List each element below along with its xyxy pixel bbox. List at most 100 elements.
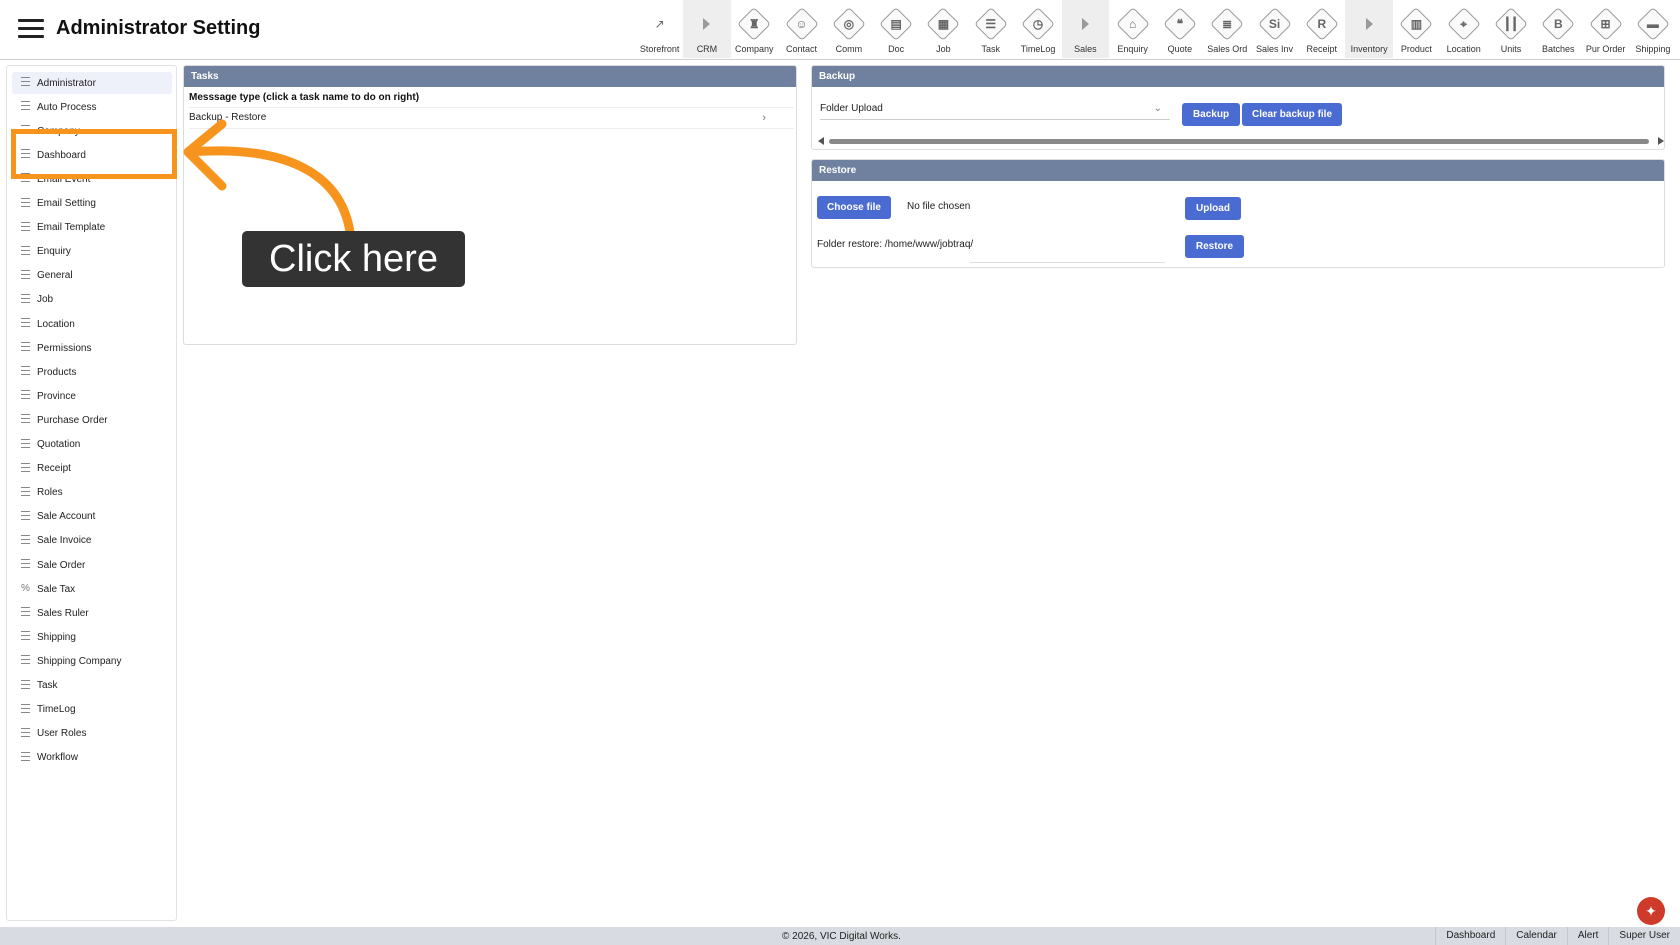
footer-link-super-user[interactable]: Super User [1608,927,1680,945]
sidebar-item-sale-order[interactable]: Sale Order [12,554,172,576]
sidebar-item-label: Receipt [37,463,71,475]
sidebar-item-province[interactable]: Province [12,385,172,407]
sidebar-item-sale-tax[interactable]: % Sale Tax [12,578,172,600]
toolbar-sales[interactable]: Sales [1061,0,1109,58]
sidebar-item-label: Sale Invoice [37,535,92,547]
list-icon [21,77,31,89]
toolbar-label: Batches [1542,44,1575,54]
sidebar-item-location[interactable]: Location [12,313,172,335]
footer-link-calendar[interactable]: Calendar [1505,927,1567,945]
sidebar-item-sale-invoice[interactable]: Sale Invoice [12,530,172,552]
doc-icon: ▤ [878,6,914,42]
sidebar-item-job[interactable]: Job [12,289,172,311]
sidebar-item-shipping-company[interactable]: Shipping Company [12,650,172,672]
toolbar-sales-inv[interactable]: Si Sales Inv [1251,0,1298,58]
sidebar-item-email-template[interactable]: Email Template [12,217,172,239]
toolbar-doc[interactable]: ▤ Doc [872,0,919,58]
clear-backup-file-button[interactable]: Clear backup file [1242,103,1342,126]
toolbar-sales-ord[interactable]: ≣ Sales Ord [1204,0,1251,58]
list-icon [21,631,31,643]
sidebar-item-sales-ruler[interactable]: Sales Ruler [12,602,172,624]
toolbar-label: CRM [696,44,718,54]
toolbar-storefront[interactable]: ↗ Storefront [636,0,683,58]
sidebar-item-roles[interactable]: Roles [12,482,172,504]
scroll-right-icon[interactable] [1658,137,1664,145]
sidebar-item-label: Location [37,318,75,330]
restore-panel-title: Restore [812,160,1664,181]
scroll-left-icon[interactable] [818,137,824,145]
sidebar-item-administrator[interactable]: Administrator [12,72,172,94]
sidebar-item-enquiry[interactable]: Enquiry [12,241,172,263]
toolbar-quote[interactable]: ❝ Quote [1156,0,1203,58]
upload-button[interactable]: Upload [1185,197,1241,220]
restore-button[interactable]: Restore [1185,235,1244,258]
footer-link-alert[interactable]: Alert [1566,927,1609,945]
sidebar-item-shipping[interactable]: Shipping [12,626,172,648]
folder-restore-input[interactable] [970,246,1165,263]
toolbar-batches[interactable]: B Batches [1535,0,1582,58]
chevron-down-icon: ⌄ [1153,103,1162,114]
toolbar-crm[interactable]: CRM [683,0,731,58]
scrollbar-thumb[interactable] [829,139,1649,144]
toolbar-units[interactable]: ┃┃ Units [1487,0,1534,58]
toolbar-timelog[interactable]: ◷ TimeLog [1014,0,1061,58]
horizontal-scrollbar[interactable] [815,136,1667,146]
toolbar-enquiry[interactable]: ⌂ Enquiry [1109,0,1156,58]
tasks-subtitle: Messsage type (click a task name to do o… [189,92,420,103]
file-chosen-status: No file chosen [907,201,971,212]
sidebar-item-label: Sale Account [37,511,96,523]
sidebar-item-label: Auto Process [37,101,97,113]
sidebar-item-timelog[interactable]: TimeLog [12,699,172,721]
hamburger-menu-icon[interactable] [18,19,44,39]
toolbar-inventory[interactable]: Inventory [1345,0,1393,58]
toolbar-product[interactable]: ▥ Product [1393,0,1440,58]
sidebar-item-receipt[interactable]: Receipt [12,458,172,480]
toolbar-label: Receipt [1306,44,1338,54]
sales-order-icon: ≣ [1209,6,1245,42]
sidebar-item-label: Sale Tax [37,583,76,595]
sidebar-item-email-setting[interactable]: Email Setting [12,193,172,215]
sidebar-item-auto-process[interactable]: Auto Process [12,96,172,118]
sidebar-item-permissions[interactable]: Permissions [12,337,172,359]
choose-file-button[interactable]: Choose file [817,196,891,219]
backup-button[interactable]: Backup [1182,103,1240,126]
sidebar-item-label: User Roles [37,728,87,740]
task-row-backup-restore[interactable]: Backup - Restore › [189,107,794,129]
sidebar-item-task[interactable]: Task [12,675,172,697]
sidebar-item-workflow[interactable]: Workflow [12,747,172,769]
list-icon [21,607,31,619]
sidebar-item-purchase-order[interactable]: Purchase Order [12,409,172,431]
toolbar-job[interactable]: ▦ Job [920,0,967,58]
sidebar-item-quotation[interactable]: Quotation [12,434,172,456]
job-icon: ▦ [925,6,961,42]
toolbar-comm[interactable]: ◎ Comm [825,0,872,58]
toolbar-pur-order[interactable]: ⊞ Pur Order [1582,0,1629,58]
list-icon [21,101,31,113]
toolbar-shipping[interactable]: ▬ Shipping [1629,0,1676,58]
sidebar-item-general[interactable]: General [12,265,172,287]
sidebar-item-user-roles[interactable]: User Roles [12,723,172,745]
sidebar-item-products[interactable]: Products [12,361,172,383]
toolbar-company[interactable]: ♜ Company [731,0,778,58]
tutorial-callout-label: Click here [242,231,465,287]
truck-icon: ▬ [1635,6,1671,42]
toolbar-task[interactable]: ☰ Task [967,0,1014,58]
assistant-fab-icon[interactable]: ✦ [1637,897,1665,925]
toolbar-label: Shipping [1635,44,1671,54]
toolbar-label: Quote [1167,44,1193,54]
footer-copyright: © 2026, VIC Digital Works. [782,931,901,942]
units-icon: ┃┃ [1493,6,1529,42]
sidebar-item-sale-account[interactable]: Sale Account [12,506,172,528]
caret-right-icon [1351,6,1387,42]
toolbar-contact[interactable]: ☺ Contact [778,0,825,58]
enquiry-icon: ⌂ [1115,6,1151,42]
footer-link-dashboard[interactable]: Dashboard [1435,927,1505,945]
toolbar-location[interactable]: ⌖ Location [1440,0,1487,58]
backup-type-select[interactable]: Folder Upload ⌄ [820,99,1170,120]
list-icon [21,679,31,692]
sidebar-item-label: Province [37,390,76,402]
backup-type-value: Folder Upload [820,103,883,114]
list-icon [21,727,31,740]
toolbar-receipt[interactable]: R Receipt [1298,0,1345,58]
chevron-right-icon: › [762,112,766,124]
